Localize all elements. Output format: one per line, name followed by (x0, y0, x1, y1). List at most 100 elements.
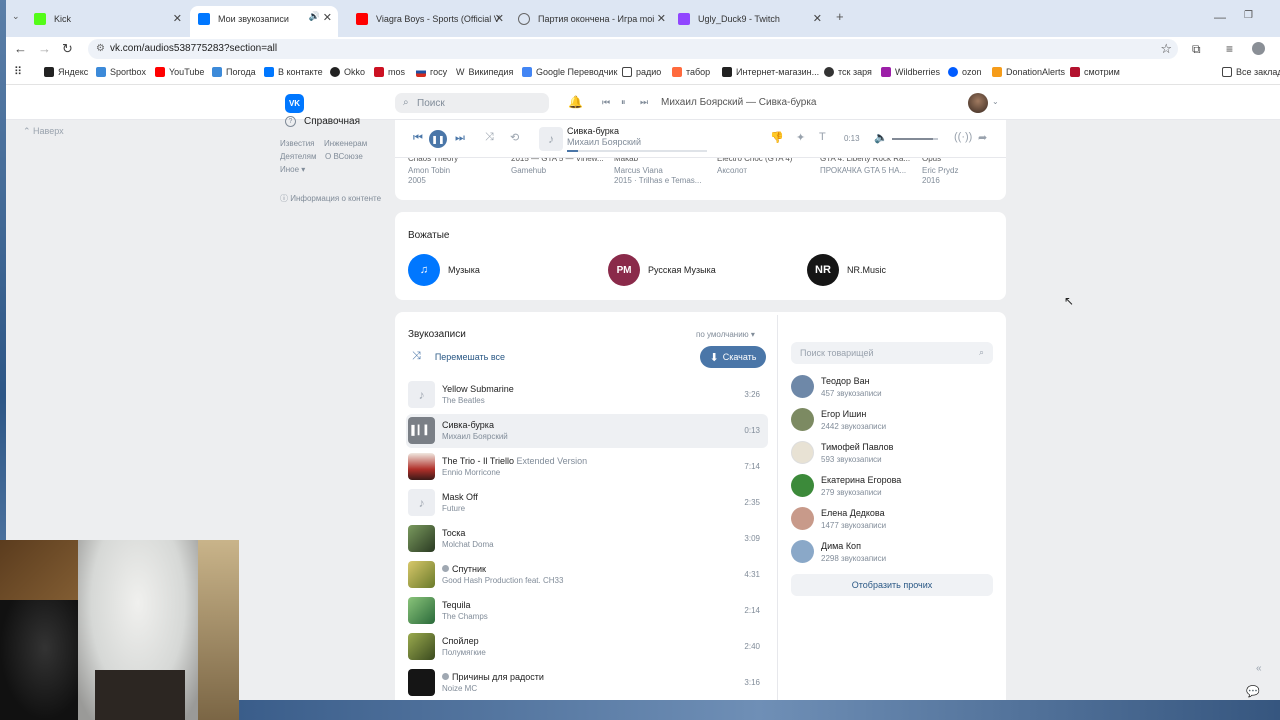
tab-my-audios[interactable]: Мои звукозаписи 🔊 ✕ (190, 6, 338, 37)
bookmark-wildberries[interactable]: Wildberries (881, 67, 940, 77)
track-row-current[interactable]: ▌▎▍ Сивка-бурка Михаил Боярский 0:13 (406, 414, 768, 448)
url-field[interactable]: ⚙ vk.com/audios538775283?section=all ☆ (88, 39, 1178, 59)
speaker-icon[interactable]: 🔊 (309, 11, 320, 22)
back-to-top[interactable]: ⌃ Наверх (23, 126, 64, 137)
sidebar-link[interactable]: Иное ▾ (280, 165, 305, 174)
dislike-icon[interactable]: 👎 (770, 131, 784, 144)
track-row[interactable]: Tequila The Champs 2:14 (406, 594, 768, 628)
download-button[interactable]: ⬇ Скачать (700, 346, 766, 368)
restore-icon[interactable]: ❐ (1244, 10, 1253, 21)
tab-search-icon[interactable]: ⌄ (12, 11, 20, 22)
track-row[interactable]: ♪ Yellow Submarine The Beatles 3:26 (406, 378, 768, 412)
curator-item[interactable]: NR NR.Music (807, 254, 886, 286)
lyrics-icon[interactable]: T (819, 131, 826, 143)
reload-icon[interactable]: ↻ (62, 41, 73, 57)
all-bookmarks[interactable]: Все заклад (1222, 67, 1280, 77)
track-row[interactable]: ♪ Mask Off Future 2:35 (406, 486, 768, 520)
shuffle-all-button[interactable]: ⤨ Перемешать все (412, 350, 505, 363)
friend-item[interactable]: Екатерина Егорова 279 звукозаписи (791, 474, 901, 497)
sidebar-link[interactable]: Деятелям (280, 152, 316, 161)
chevron-down-icon[interactable]: ⌄ (992, 97, 999, 106)
album-card[interactable]: Electro Choc (GTA 4) Аксолот (717, 154, 813, 176)
bookmark-weather[interactable]: Погода (212, 67, 256, 77)
apps-grid-icon[interactable]: ⠿ (14, 65, 22, 78)
header-pause-icon[interactable]: ⏸ (621, 97, 626, 108)
curator-item[interactable]: ♫ Музыка (408, 254, 480, 286)
close-icon[interactable]: ✕ (657, 12, 666, 25)
header-next-icon[interactable]: ⏭ (640, 97, 648, 108)
repeat-icon[interactable]: ⟲ (510, 131, 519, 144)
share-icon[interactable]: ➦ (978, 131, 987, 144)
bell-icon[interactable]: 🔔 (568, 95, 583, 109)
close-icon[interactable]: ✕ (495, 12, 504, 25)
avatar[interactable] (968, 93, 988, 113)
sidebar-help[interactable]: ? Справочная (285, 116, 360, 127)
site-info-icon[interactable]: ⚙ (96, 43, 105, 54)
track-artist[interactable]: Ennio Morricone (442, 468, 500, 477)
media-control-icon[interactable]: ≡ (1226, 42, 1233, 56)
album-card[interactable]: GTA 4: Liberty Rock Ra... ПРОКАЧКА GTA 5… (820, 154, 916, 176)
sidebar-link[interactable]: Известия (280, 139, 315, 148)
prev-icon[interactable]: ⏮ (413, 132, 423, 145)
minimize-icon[interactable]: — (1214, 10, 1226, 24)
volume-slider[interactable] (892, 138, 938, 140)
bookmark-tsk[interactable]: тск заря (824, 67, 872, 77)
new-tab-button[interactable]: + (836, 9, 844, 24)
album-card[interactable]: Chaos Theory Amon Tobin 2005 (408, 154, 504, 185)
curator-item[interactable]: РМ Русская Музыка (608, 254, 716, 286)
vk-logo[interactable]: VK (285, 94, 304, 113)
player-track-title[interactable]: Сивка-бурка (567, 126, 619, 136)
bookmark-vk[interactable]: В контакте (264, 67, 323, 77)
tab-game-over[interactable]: Партия окончена - Игра moi ✕ (512, 8, 672, 30)
friend-item[interactable]: Тимофей Павлов 593 звукозаписи (791, 441, 893, 464)
bookmark-star-icon[interactable]: ☆ (1160, 41, 1172, 57)
track-artist[interactable]: The Champs (442, 612, 488, 621)
sidebar-link[interactable]: О ВСоюзе (325, 152, 363, 161)
player-track-artist[interactable]: Михаил Боярский (567, 137, 641, 147)
track-row[interactable]: Причины для радости Noize MC 3:16 (406, 666, 768, 700)
show-more-friends-button[interactable]: Отобразить прочих (791, 574, 993, 596)
track-artist[interactable]: Good Hash Production feat. CH33 (442, 576, 563, 585)
sparkle-icon[interactable]: ✦ (796, 131, 805, 144)
forward-icon[interactable]: → (38, 41, 51, 56)
header-prev-icon[interactable]: ⏮ (602, 97, 610, 108)
bookmark-yandex[interactable]: Яндекс (44, 67, 88, 77)
album-card[interactable]: Opus Eric Prydz 2016 (922, 154, 1002, 185)
friend-item[interactable]: Дима Коп 2298 звукозаписи (791, 540, 886, 563)
header-search-input[interactable]: ⌕ Поиск (395, 93, 549, 113)
player-progress[interactable] (567, 150, 707, 152)
bookmark-ozon[interactable]: ozon (948, 67, 982, 77)
broadcast-icon[interactable]: ((·)) (954, 131, 972, 143)
friends-search-input[interactable]: Поиск товарищей ⌕ (791, 342, 993, 364)
friend-item[interactable]: Теодор Ван 457 звукозаписи (791, 375, 882, 398)
friend-item[interactable]: Елена Дедкова 1477 звукозаписи (791, 507, 886, 530)
track-artist[interactable]: Molchat Doma (442, 540, 494, 549)
close-icon[interactable]: ✕ (173, 12, 182, 25)
bookmark-radio[interactable]: радио (622, 67, 661, 77)
bookmark-okko[interactable]: Okko (330, 67, 365, 77)
track-artist[interactable]: Future (442, 504, 465, 513)
bookmark-tabor[interactable]: табор (672, 67, 710, 77)
sidebar-link[interactable]: Инженерам (324, 139, 367, 148)
track-artist[interactable]: Noize MC (442, 684, 477, 693)
bookmark-translate[interactable]: Google Переводчик (522, 67, 617, 77)
profile-avatar[interactable] (1252, 42, 1265, 55)
close-icon[interactable]: ✕ (323, 11, 332, 24)
bookmark-watch[interactable]: смотрим (1070, 67, 1120, 77)
extensions-icon[interactable]: ⧉ (1192, 42, 1201, 57)
pause-button[interactable]: ❚❚ (429, 130, 447, 148)
track-row[interactable]: Спутник Good Hash Production feat. CH33 … (406, 558, 768, 592)
header-now-playing[interactable]: Михаил Боярский — Сивка-бурка (661, 97, 817, 108)
tab-kick[interactable]: Kick ✕ (28, 8, 188, 30)
bookmark-youtube[interactable]: YouTube (155, 67, 204, 77)
track-row[interactable]: Тоска Molchat Doma 3:09 (406, 522, 768, 556)
track-row[interactable]: Спойлер Полумягкие 2:40 (406, 630, 768, 664)
friend-item[interactable]: Егор Ишин 2442 звукозаписи (791, 408, 886, 431)
bookmark-donationalerts[interactable]: DonationAlerts (992, 67, 1065, 77)
chat-icon[interactable]: 💬 (1246, 685, 1260, 698)
album-card[interactable]: 2015 — GTA 5 — Vinew... Gamehub (511, 154, 607, 176)
bookmark-mos[interactable]: mos (374, 67, 405, 77)
track-artist[interactable]: The Beatles (442, 396, 485, 405)
track-artist[interactable]: Полумягкие (442, 648, 486, 657)
bookmark-wikipedia[interactable]: W Википедия (456, 67, 513, 77)
